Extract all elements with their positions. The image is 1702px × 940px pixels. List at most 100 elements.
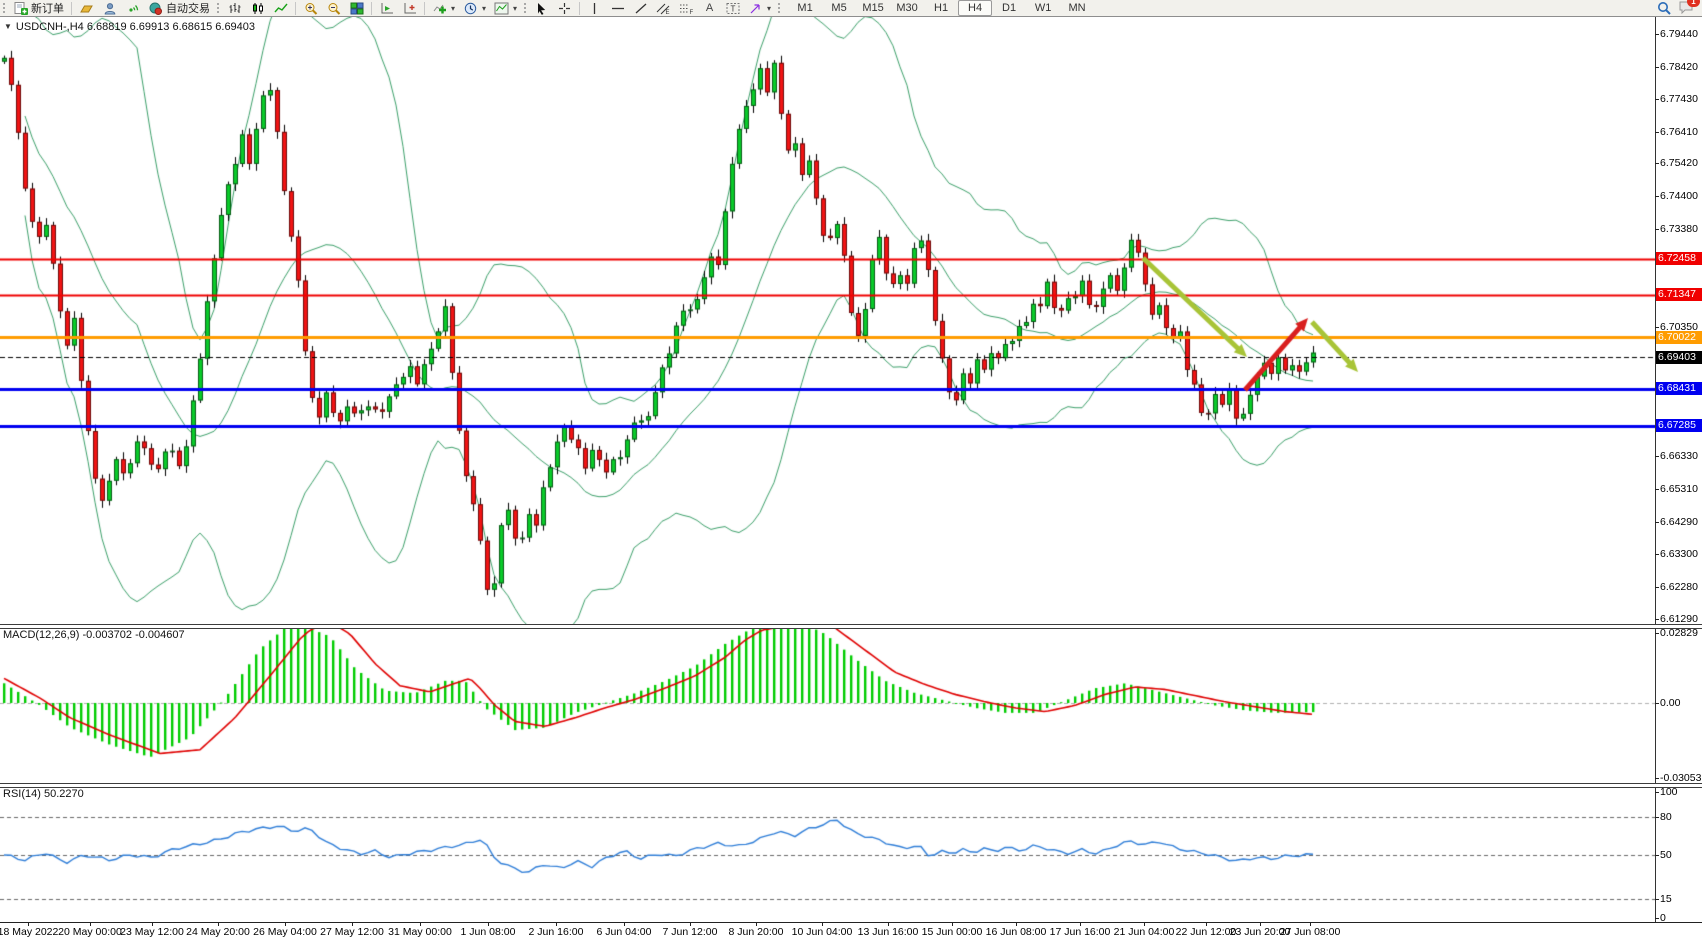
axis-label: 15: [1660, 893, 1702, 905]
timeframe-button-M30[interactable]: M30: [890, 0, 924, 16]
axis-label: 6.76410: [1660, 126, 1702, 138]
crosshair-tool-button[interactable]: [553, 0, 576, 16]
toolbar-grip[interactable]: [777, 2, 782, 14]
community-button[interactable]: [98, 0, 121, 16]
zoom-out-button[interactable]: [322, 0, 345, 16]
time-axis[interactable]: 18 May 202220 May 00:0023 May 12:0024 Ma…: [0, 922, 1702, 940]
zoom-in-button[interactable]: [299, 0, 322, 16]
crosshair-icon: [557, 1, 572, 15]
time-label: 18 May 2022: [0, 926, 58, 938]
line-chart-button[interactable]: [269, 0, 292, 16]
arrows-tool-button[interactable]: ▾: [744, 0, 775, 16]
toolbar-grip[interactable]: [2, 2, 7, 14]
rsi-panel-canvas[interactable]: [0, 787, 1655, 922]
time-label: 15 Jun 00:00: [922, 926, 983, 938]
axis-label: 6.74400: [1660, 190, 1702, 202]
time-label: 10 Jun 04:00: [792, 926, 853, 938]
timeframe-button-H4[interactable]: H4: [958, 0, 992, 16]
text-label-icon: T: [725, 1, 740, 15]
axis-tick: [1655, 817, 1659, 818]
macd-panel-canvas[interactable]: [0, 628, 1655, 783]
label-tool-button[interactable]: T: [721, 0, 744, 16]
horizontal-line-icon: [610, 1, 625, 15]
signals-button[interactable]: [121, 0, 144, 16]
chat-button[interactable]: 1: [1678, 0, 1694, 17]
axis-tick: [1655, 163, 1659, 164]
timeframe-button-M5[interactable]: M5: [822, 0, 856, 16]
axis-tick: [1655, 196, 1659, 197]
axis-tick: [1655, 327, 1659, 328]
svg-text:T: T: [730, 4, 735, 13]
fibonacci-icon: F: [679, 1, 694, 15]
price-line-badge: 6.70022: [1656, 331, 1702, 344]
axis-tick: [1655, 99, 1659, 100]
new-order-label: 新订单: [31, 0, 64, 16]
price-line-badge: 6.68431: [1656, 382, 1702, 395]
user-cloud-icon: [102, 1, 117, 15]
axis-label: 6.77430: [1660, 93, 1702, 105]
axis-tick: [1655, 489, 1659, 490]
chart-shift-icon: [402, 1, 417, 15]
periods-button[interactable]: ▾: [459, 0, 490, 16]
search-icon[interactable]: [1657, 1, 1672, 15]
svg-text:E: E: [666, 10, 670, 15]
templates-dropdown-icon: ▾: [513, 4, 517, 13]
signal-icon: [125, 1, 140, 15]
candlestick-icon: [250, 1, 265, 15]
axis-label: 6.73380: [1660, 223, 1702, 235]
axis-label: 6.78420: [1660, 61, 1702, 73]
time-label: 21 Jun 04:00: [1114, 926, 1175, 938]
axis-tick: [1655, 778, 1659, 779]
indicators-button[interactable]: ▾: [428, 0, 459, 16]
cursor-tool-button[interactable]: [530, 0, 553, 16]
timeframe-group: M1M5M15M30H1H4D1W1MN: [788, 0, 1094, 16]
axis-tick: [1655, 855, 1659, 856]
panel-divider[interactable]: [0, 624, 1702, 629]
time-label: 22 Jun 12:00: [1176, 926, 1237, 938]
time-label: 20 May 00:00: [58, 926, 122, 938]
channel-tool-button[interactable]: E: [652, 0, 675, 16]
timeframe-button-MN[interactable]: MN: [1060, 0, 1094, 16]
vertical-line-icon: [587, 1, 602, 15]
axis-label: 50: [1660, 849, 1702, 861]
indicators-dropdown-icon: ▾: [451, 4, 455, 13]
vertical-line-tool-button[interactable]: [583, 0, 606, 16]
candlestick-button[interactable]: [246, 0, 269, 16]
main-chart-canvas[interactable]: [0, 17, 1655, 624]
toolbar-grip[interactable]: [523, 2, 528, 14]
horizontal-line-tool-button[interactable]: [606, 0, 629, 16]
gold-ingot-icon: [79, 1, 94, 15]
templates-button[interactable]: ▾: [490, 0, 521, 16]
timeframe-button-M1[interactable]: M1: [788, 0, 822, 16]
time-label: 6 Jun 04:00: [597, 926, 652, 938]
trendline-tool-button[interactable]: [629, 0, 652, 16]
bar-chart-button[interactable]: [223, 0, 246, 16]
axis-tick: [1655, 132, 1659, 133]
auto-scroll-icon: [379, 1, 394, 15]
current-price-badge: 6.69403: [1656, 351, 1702, 364]
autotrading-button[interactable]: 自动交易: [144, 0, 214, 16]
chart-shift-button[interactable]: [398, 0, 421, 16]
fibonacci-tool-button[interactable]: F: [675, 0, 698, 16]
price-line-badge: 6.72458: [1656, 252, 1702, 265]
time-label: 16 Jun 08:00: [986, 926, 1047, 938]
text-tool-button[interactable]: A: [698, 0, 721, 16]
axis-label: 6.62280: [1660, 581, 1702, 593]
axis-tick: [1655, 554, 1659, 555]
timeframe-button-M15[interactable]: M15: [856, 0, 890, 16]
equidistant-channel-icon: E: [656, 1, 671, 15]
indicators-icon: [432, 1, 447, 15]
time-label: 17 Jun 16:00: [1050, 926, 1111, 938]
price-line-badge: 6.71347: [1656, 288, 1702, 301]
tile-windows-button[interactable]: [345, 0, 368, 16]
panel-divider[interactable]: [0, 783, 1702, 788]
symbol-dropdown-icon[interactable]: ▼: [4, 22, 12, 31]
new-order-button[interactable]: 新订单: [9, 0, 68, 16]
timeframe-button-H1[interactable]: H1: [924, 0, 958, 16]
periods-clock-icon: [463, 1, 478, 15]
timeframe-button-W1[interactable]: W1: [1026, 0, 1060, 16]
toolbar-grip[interactable]: [216, 2, 221, 14]
auto-scroll-button[interactable]: [375, 0, 398, 16]
timeframe-button-D1[interactable]: D1: [992, 0, 1026, 16]
gold-button[interactable]: [75, 0, 98, 16]
